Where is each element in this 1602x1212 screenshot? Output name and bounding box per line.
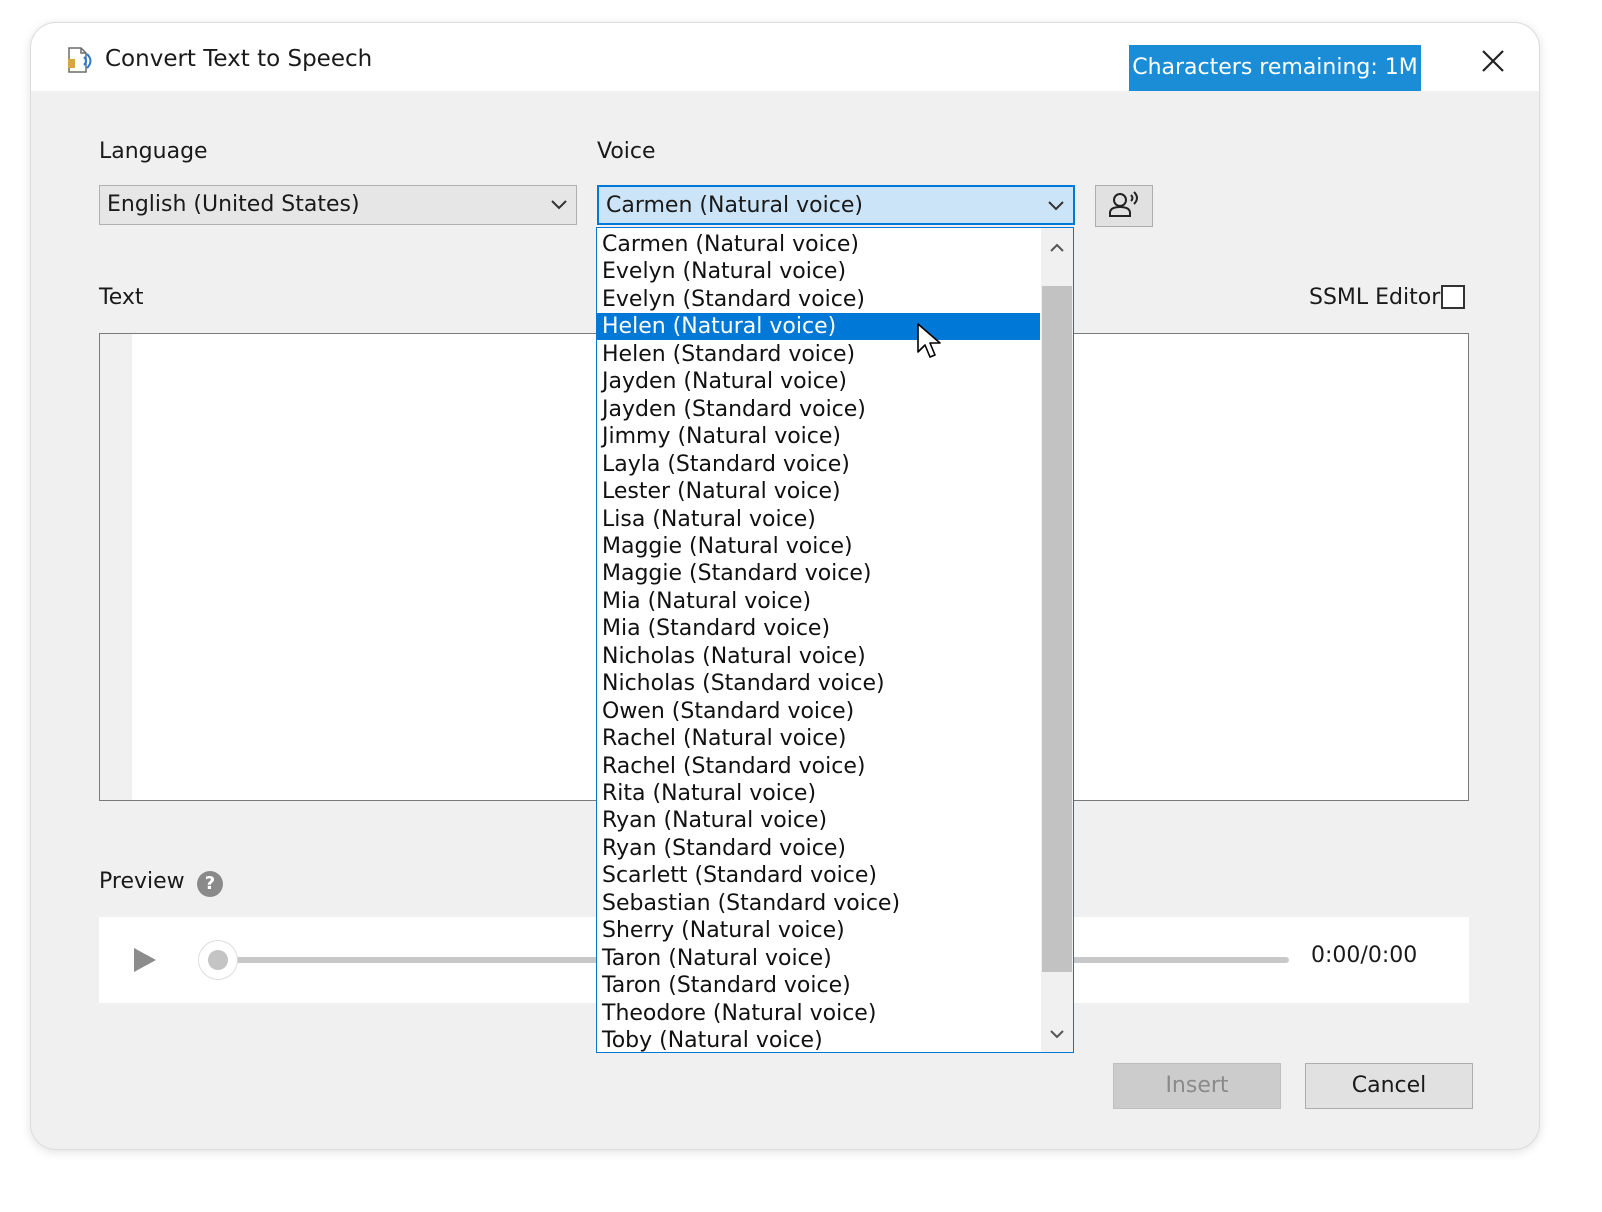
preview-label: Preview: [99, 869, 185, 894]
text-label: Text: [99, 285, 144, 310]
voice-label: Voice: [597, 139, 656, 164]
voice-option[interactable]: Rachel (Natural voice): [597, 725, 1040, 752]
play-icon[interactable]: [129, 945, 159, 975]
voice-option[interactable]: Helen (Standard voice): [597, 341, 1040, 368]
voice-option[interactable]: Rita (Natural voice): [597, 780, 1040, 807]
voice-option[interactable]: Jimmy (Natural voice): [597, 423, 1040, 450]
chevron-down-icon: [551, 200, 567, 210]
voice-option[interactable]: Sherry (Natural voice): [597, 917, 1040, 944]
title-bar: Convert Text to Speech Characters remain…: [31, 23, 1539, 91]
voice-select-value: Carmen (Natural voice): [606, 193, 863, 218]
voice-option[interactable]: Ryan (Natural voice): [597, 807, 1040, 834]
voice-option[interactable]: Jayden (Natural voice): [597, 368, 1040, 395]
voice-option[interactable]: Nicholas (Standard voice): [597, 670, 1040, 697]
close-icon[interactable]: [1475, 43, 1511, 79]
voice-option[interactable]: Layla (Standard voice): [597, 451, 1040, 478]
preview-time: 0:00/0:00: [1311, 943, 1418, 968]
voice-dropdown-list[interactable]: Carmen (Natural voice) Evelyn (Natural vo…: [596, 227, 1074, 1053]
ssml-editor-checkbox[interactable]: [1441, 285, 1465, 309]
speech-document-icon: [68, 47, 92, 73]
voice-option[interactable]: Carmen (Natural voice): [597, 231, 1040, 258]
voice-option[interactable]: Jayden (Standard voice): [597, 396, 1040, 423]
voice-option[interactable]: Owen (Standard voice): [597, 698, 1040, 725]
dropdown-scrollbar[interactable]: [1041, 228, 1073, 1052]
language-select-value: English (United States): [107, 192, 360, 217]
voice-option[interactable]: Sebastian (Standard voice): [597, 890, 1040, 917]
cancel-button[interactable]: Cancel: [1305, 1063, 1473, 1109]
help-icon[interactable]: ?: [197, 871, 223, 897]
seek-slider-handle[interactable]: [199, 941, 237, 979]
voice-option[interactable]: Toby (Natural voice): [597, 1027, 1040, 1052]
voice-option[interactable]: Maggie (Natural voice): [597, 533, 1040, 560]
voice-select[interactable]: Carmen (Natural voice): [597, 185, 1075, 225]
scroll-down-icon[interactable]: [1049, 1028, 1065, 1040]
voice-option[interactable]: Mia (Natural voice): [597, 588, 1040, 615]
ssml-editor-label: SSML Editor: [1309, 285, 1441, 310]
voice-option[interactable]: Mia (Standard voice): [597, 615, 1040, 642]
voice-option[interactable]: Lester (Natural voice): [597, 478, 1040, 505]
voice-person-icon: [1109, 191, 1138, 217]
language-label: Language: [99, 139, 208, 164]
voice-option[interactable]: Taron (Standard voice): [597, 972, 1040, 999]
language-select[interactable]: English (United States): [99, 185, 577, 225]
scroll-up-icon[interactable]: [1049, 242, 1065, 254]
chevron-down-icon: [1048, 201, 1064, 211]
insert-button[interactable]: Insert: [1113, 1063, 1281, 1109]
characters-remaining-badge: Characters remaining: 1M: [1129, 45, 1421, 91]
dialog-title: Convert Text to Speech: [105, 46, 373, 72]
voice-settings-button[interactable]: [1095, 185, 1153, 227]
scrollbar-thumb[interactable]: [1042, 286, 1072, 972]
voice-option[interactable]: Evelyn (Standard voice): [597, 286, 1040, 313]
line-gutter: [100, 334, 132, 800]
voice-option[interactable]: Maggie (Standard voice): [597, 560, 1040, 587]
voice-option[interactable]: Ryan (Standard voice): [597, 835, 1040, 862]
voice-option[interactable]: Taron (Natural voice): [597, 945, 1040, 972]
voice-option[interactable]: Theodore (Natural voice): [597, 1000, 1040, 1027]
mouse-cursor-icon: [917, 323, 941, 358]
voice-option[interactable]: Evelyn (Natural voice): [597, 258, 1040, 285]
voice-option[interactable]: Helen (Natural voice): [597, 313, 1040, 341]
voice-option[interactable]: Lisa (Natural voice): [597, 506, 1040, 533]
voice-option[interactable]: Scarlett (Standard voice): [597, 862, 1040, 889]
voice-option[interactable]: Nicholas (Natural voice): [597, 643, 1040, 670]
voice-option[interactable]: Rachel (Standard voice): [597, 753, 1040, 780]
